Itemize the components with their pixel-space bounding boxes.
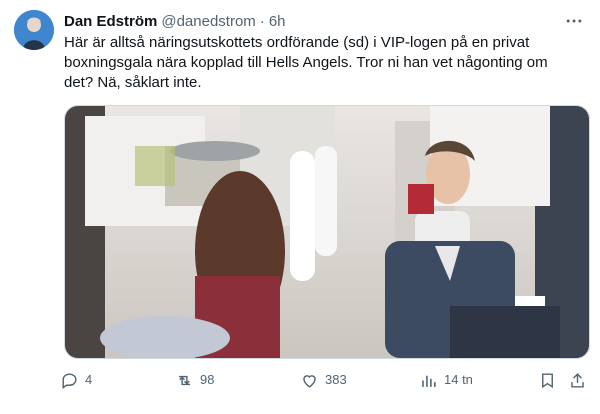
timestamp[interactable]: 6h — [269, 13, 286, 30]
like-button[interactable]: 383 — [300, 368, 347, 392]
reply-button[interactable]: 4 — [60, 368, 92, 392]
reply-icon — [62, 372, 77, 389]
tweet: Dan Edström @danedstrom · 6h Här är allt… — [0, 0, 600, 414]
avatar[interactable] — [14, 10, 54, 50]
tweet-video[interactable] — [64, 105, 590, 359]
views-chart-icon — [422, 375, 436, 387]
author-name[interactable]: Dan Edström — [64, 13, 157, 30]
bookmark-button[interactable] — [538, 368, 563, 392]
video-frame — [65, 106, 589, 358]
bookmark-icon — [542, 372, 553, 388]
separator-dot: · — [259, 12, 265, 30]
avatar-image — [14, 10, 54, 50]
share-button[interactable] — [568, 368, 593, 392]
author-handle[interactable]: @danedstrom — [161, 13, 255, 30]
tweet-actions: 4 98 383 14 tn — [60, 368, 590, 392]
reply-count: 4 — [85, 372, 93, 387]
retweet-button[interactable]: 98 — [175, 368, 214, 392]
retweet-count: 98 — [200, 372, 215, 387]
tweet-header: Dan Edström @danedstrom · 6h — [64, 11, 586, 31]
heart-icon — [303, 374, 316, 388]
share-icon — [571, 372, 584, 388]
retweet-icon — [178, 375, 191, 385]
tweet-text: Här är alltså näringsutskottets ordföran… — [64, 34, 548, 91]
more-dots-icon[interactable] — [562, 11, 586, 31]
views-button[interactable]: 14 tn — [419, 368, 473, 392]
like-count: 383 — [325, 372, 347, 387]
views-count: 14 tn — [444, 372, 473, 387]
